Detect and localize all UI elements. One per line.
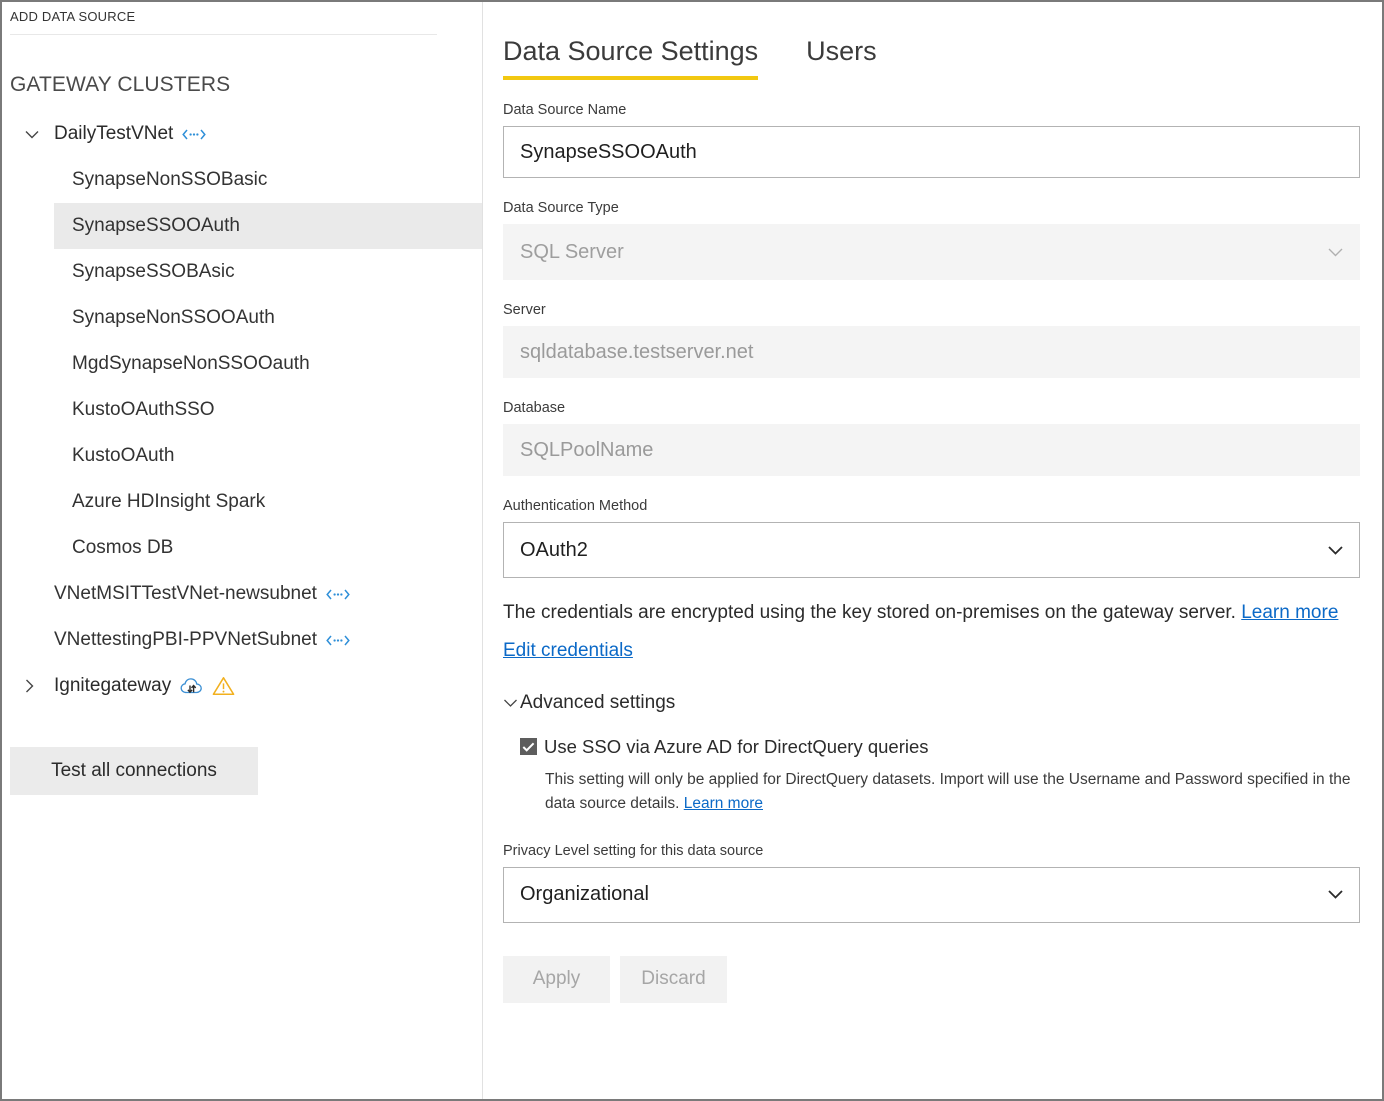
data-source-item[interactable]: KustoOAuthSSO	[2, 387, 482, 433]
database-field: Database SQLPoolName	[503, 400, 1360, 476]
vnet-icon	[326, 634, 350, 647]
checkbox-checked-icon[interactable]	[520, 738, 537, 755]
chevron-down-icon	[503, 698, 518, 708]
sso-learn-more-link[interactable]: Learn more	[684, 795, 763, 812]
database-label: Database	[503, 400, 1360, 416]
data-source-name-label: Data Source Name	[503, 102, 1360, 118]
gateway-clusters-title: GATEWAY CLUSTERS	[2, 35, 482, 97]
sso-help-text-body: This setting will only be applied for Di…	[545, 771, 1351, 812]
cloud-sync-icon	[180, 677, 205, 696]
cluster-label: Ignitegateway	[54, 675, 171, 697]
cluster-label: VNettestingPBI-PPVNetSubnet	[54, 629, 317, 651]
data-source-item-label: KustoOAuthSSO	[72, 399, 215, 421]
tab-users[interactable]: Users	[806, 36, 877, 80]
data-source-name-field: Data Source Name SynapseSSOOAuth	[503, 102, 1360, 178]
data-source-item-label: KustoOAuth	[72, 445, 174, 467]
advanced-settings-toggle[interactable]: Advanced settings	[503, 692, 1360, 714]
privacy-level-label: Privacy Level setting for this data sour…	[503, 843, 1360, 859]
data-source-item[interactable]: Azure HDInsight Spark	[2, 479, 482, 525]
edit-credentials-link[interactable]: Edit credentials	[503, 640, 633, 661]
chevron-down-icon	[1328, 245, 1343, 260]
chevron-down-icon	[1328, 543, 1343, 558]
sidebar: ADD DATA SOURCE GATEWAY CLUSTERS DailyTe…	[2, 2, 483, 1099]
data-source-item-label: Azure HDInsight Spark	[72, 491, 265, 513]
data-source-name-input[interactable]: SynapseSSOOAuth	[503, 126, 1360, 178]
vnet-icon	[326, 588, 350, 601]
edit-credentials-row: Edit credentials	[503, 640, 1360, 662]
server-label: Server	[503, 302, 1360, 318]
database-input: SQLPoolName	[503, 424, 1360, 476]
server-input: sqldatabase.testserver.net	[503, 326, 1360, 378]
authentication-method-field: Authentication Method OAuth2	[503, 498, 1360, 578]
data-source-item-label: SynapseSSOOAuth	[72, 215, 240, 237]
privacy-level-value: Organizational	[520, 883, 649, 906]
gateway-cluster-vnettestingpbi-ppvnetsubnet[interactable]: VNettestingPBI-PPVNetSubnet	[2, 617, 482, 663]
data-source-type-select: SQL Server	[503, 224, 1360, 280]
sso-checkbox-label: Use SSO via Azure AD for DirectQuery que…	[544, 736, 929, 758]
sso-help-text: This setting will only be applied for Di…	[520, 768, 1360, 816]
gateway-cluster-dailytestvnet[interactable]: DailyTestVNet	[2, 111, 482, 157]
test-all-connections-button[interactable]: Test all connections	[10, 747, 258, 795]
tab-data-source-settings[interactable]: Data Source Settings	[503, 36, 758, 80]
apply-button[interactable]: Apply	[503, 956, 610, 1003]
data-source-type-label: Data Source Type	[503, 200, 1360, 216]
gateway-cluster-vnetmsittestvnet-newsubnet[interactable]: VNetMSITTestVNet-newsubnet	[2, 571, 482, 617]
chevron-right-icon[interactable]	[24, 678, 54, 694]
gateway-cluster-tree: DailyTestVNet SynapseNonSSOBasic SynapseSS…	[2, 111, 482, 709]
data-source-item[interactable]: SynapseNonSSOOAuth	[2, 295, 482, 341]
data-source-item-label: SynapseNonSSOBasic	[72, 169, 267, 191]
credentials-learn-more-link[interactable]: Learn more	[1241, 602, 1338, 623]
credentials-note-text: The credentials are encrypted using the …	[503, 602, 1241, 623]
main-panel: Data Source Settings Users Data Source N…	[483, 2, 1382, 1099]
warning-icon	[212, 676, 235, 696]
authentication-method-label: Authentication Method	[503, 498, 1360, 514]
data-source-item[interactable]: SynapseNonSSOBasic	[2, 157, 482, 203]
sso-checkbox-row[interactable]: Use SSO via Azure AD for DirectQuery que…	[520, 736, 1360, 758]
authentication-method-select[interactable]: OAuth2	[503, 522, 1360, 578]
privacy-level-field: Privacy Level setting for this data sour…	[503, 843, 1360, 923]
advanced-settings-label: Advanced settings	[520, 692, 675, 714]
gateway-data-source-page: ADD DATA SOURCE GATEWAY CLUSTERS DailyTe…	[0, 0, 1384, 1101]
advanced-settings-body: Use SSO via Azure AD for DirectQuery que…	[503, 736, 1360, 816]
data-source-item[interactable]: SynapseSSOBAsic	[2, 249, 482, 295]
gateway-cluster-ignitegateway[interactable]: Ignitegateway	[2, 663, 482, 709]
tab-bar: Data Source Settings Users	[483, 2, 1382, 80]
server-field: Server sqldatabase.testserver.net	[503, 302, 1360, 378]
cluster-label: DailyTestVNet	[54, 123, 173, 145]
add-data-source-header[interactable]: ADD DATA SOURCE	[2, 2, 482, 24]
data-source-item[interactable]: MgdSynapseNonSSOOauth	[2, 341, 482, 387]
vnet-icon	[182, 128, 206, 141]
form-actions: Apply Discard	[503, 956, 1360, 1003]
data-source-item-label: MgdSynapseNonSSOOauth	[72, 353, 310, 375]
chevron-down-icon	[1328, 887, 1343, 902]
data-source-type-value: SQL Server	[520, 241, 624, 264]
authentication-method-value: OAuth2	[520, 539, 588, 562]
chevron-down-icon[interactable]	[24, 129, 54, 140]
data-source-item[interactable]: Cosmos DB	[2, 525, 482, 571]
data-source-item[interactable]: KustoOAuth	[2, 433, 482, 479]
credentials-note: The credentials are encrypted using the …	[503, 600, 1360, 626]
discard-button[interactable]: Discard	[620, 956, 727, 1003]
data-source-form: Data Source Name SynapseSSOOAuth Data So…	[483, 102, 1382, 1003]
privacy-level-select[interactable]: Organizational	[503, 867, 1360, 923]
data-source-type-field: Data Source Type SQL Server	[503, 200, 1360, 280]
data-source-item-label: SynapseNonSSOOAuth	[72, 307, 275, 329]
cluster-label: VNetMSITTestVNet-newsubnet	[54, 583, 317, 605]
data-source-item-label: Cosmos DB	[72, 537, 173, 559]
data-source-item[interactable]: SynapseSSOOAuth	[2, 203, 482, 249]
data-source-item-label: SynapseSSOBAsic	[72, 261, 235, 283]
